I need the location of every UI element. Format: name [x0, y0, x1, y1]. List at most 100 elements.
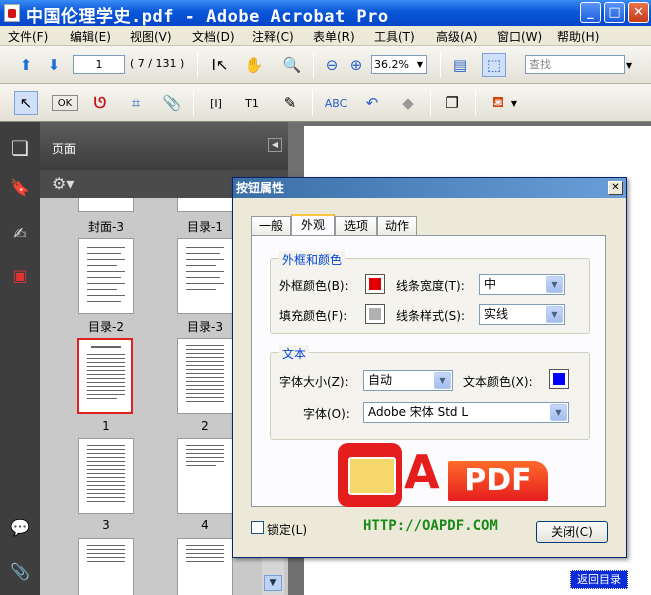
menu-help[interactable]: 帮助(H) [557, 28, 599, 45]
pages-panel-title: 页面 [52, 142, 77, 156]
chevron-down-icon[interactable]: ▼ [264, 575, 282, 591]
text-color-swatch[interactable] [549, 369, 569, 389]
zoom-level-select[interactable]: 36.2% ▼ [371, 55, 427, 74]
hand-tool-icon[interactable]: ✋ [242, 53, 266, 77]
page-count: ( 7 / 131 ) [130, 57, 185, 70]
chevron-down-icon[interactable]: ▼ [626, 61, 632, 70]
border-color-group: 外框和颜色 外框颜色(B): 线条宽度(T): 中 ▼ 填充颜色(F): 线条样式… [270, 251, 590, 334]
signatures-panel-icon[interactable]: ✍ [9, 224, 31, 246]
comments-panel-icon[interactable]: 💬 [9, 518, 31, 540]
edit-form-icon[interactable]: ✎ [278, 91, 302, 115]
menu-view[interactable]: 视图(V) [130, 28, 172, 45]
search-input[interactable]: 查找 [525, 55, 625, 74]
text-group-title: 文本 [279, 345, 310, 362]
page-number-input[interactable]: 1 [73, 55, 125, 74]
bookmarks-panel-icon[interactable]: 🔖 [9, 178, 31, 200]
font-label: 字体(O): [303, 407, 350, 421]
menu-window[interactable]: 窗口(W) [497, 28, 542, 45]
minimize-button[interactable]: _ [580, 2, 601, 23]
lock-checkbox[interactable] [251, 521, 264, 534]
font-size-select[interactable]: 自动 ▼ [363, 370, 453, 391]
text-field-number-icon[interactable]: T1 [240, 91, 264, 115]
pages-icon[interactable]: ❐ [440, 91, 464, 115]
button-tool-icon[interactable]: OK [52, 95, 78, 111]
stamp-tool-icon[interactable]: ⛾ [486, 91, 510, 115]
page-thumbnail[interactable] [177, 338, 233, 414]
page-thumbnail[interactable] [177, 538, 233, 595]
select-object-icon[interactable]: ↖ [14, 91, 38, 115]
page-thumbnail-selected[interactable] [77, 338, 133, 414]
select-text-icon[interactable]: I↖ [208, 53, 232, 77]
watermark-url: HTTP://OAPDF.COM [363, 518, 498, 534]
fill-color-fill [369, 308, 381, 320]
tab-appearance[interactable]: 外观 [291, 214, 335, 237]
line-style-label: 线条样式(S): [396, 309, 466, 323]
undo-icon[interactable]: ↶ [360, 91, 384, 115]
line-width-select[interactable]: 中 ▼ [479, 274, 565, 295]
return-to-toc-button[interactable]: 返回目录 [570, 570, 628, 589]
line-style-select[interactable]: 实线 ▼ [479, 304, 565, 325]
fit-page-icon[interactable]: ▤ [448, 53, 472, 77]
page-thumbnail[interactable] [78, 198, 134, 212]
thumbnail-label: 目录-3 [187, 320, 223, 334]
page-thumbnail[interactable] [78, 238, 134, 314]
menu-file[interactable]: 文件(F) [8, 28, 48, 45]
menu-edit[interactable]: 编辑(E) [70, 28, 111, 45]
text-group: 文本 字体大小(Z): 自动 ▼ 文本颜色(X): 字体(O): Adobe 宋体… [270, 345, 590, 440]
attachments-panel-icon[interactable]: 📎 [9, 562, 31, 584]
zoom-out-icon[interactable]: ⊖ [320, 53, 344, 77]
gear-icon[interactable]: ⚙▾ [52, 174, 74, 193]
text-color-label: 文本颜色(X): [463, 375, 533, 389]
border-color-label: 外框颜色(B): [279, 279, 349, 293]
menu-document[interactable]: 文档(D) [192, 28, 235, 45]
font-size-label: 字体大小(Z): [279, 375, 349, 389]
collapse-panel-icon[interactable]: ◀ [268, 138, 282, 152]
signature-tool-icon[interactable]: ᘎ [88, 91, 112, 115]
border-group-title: 外框和颜色 [279, 251, 346, 268]
next-page-icon[interactable]: ⬇ [42, 53, 66, 77]
pages-panel-header: 页面 ◀ [40, 122, 288, 170]
folder-icon [338, 443, 402, 507]
crop-tool-icon[interactable]: ⌗ [124, 91, 148, 115]
tab-options[interactable]: 选项 [335, 216, 377, 236]
text-field-icon[interactable]: [I] [204, 91, 228, 115]
fill-color-swatch[interactable] [365, 304, 385, 324]
tab-general[interactable]: 一般 [251, 216, 291, 236]
close-dialog-button[interactable]: 关闭(C) [536, 521, 608, 543]
page-thumbnail[interactable] [78, 438, 134, 514]
page-thumbnail[interactable] [177, 238, 233, 314]
zoom-in-icon[interactable]: ⊕ [344, 53, 368, 77]
page-thumbnail[interactable] [78, 538, 134, 595]
menu-comments[interactable]: 注释(C) [252, 28, 294, 45]
border-color-swatch[interactable] [365, 274, 385, 294]
menu-bar: 文件(F) 编辑(E) 视图(V) 文档(D) 注释(C) 表单(R) 工具(T… [0, 26, 651, 46]
fit-width-icon[interactable]: ⬚ [482, 53, 506, 77]
menu-forms[interactable]: 表单(R) [313, 28, 355, 45]
close-button[interactable]: ✕ [628, 2, 649, 23]
dialog-close-button[interactable]: ✕ [608, 181, 623, 195]
spell-check-icon[interactable]: ABC [324, 91, 348, 115]
thumbnail-label: 目录-2 [88, 320, 124, 334]
fill-color-label: 填充颜色(F): [279, 309, 348, 323]
menu-advanced[interactable]: 高级(A) [436, 28, 478, 45]
tab-actions[interactable]: 动作 [377, 216, 417, 236]
acrobat-document-icon [4, 4, 20, 22]
redo-icon[interactable]: ◆ [396, 91, 420, 115]
logo-letter: A [404, 445, 440, 499]
menu-tools[interactable]: 工具(T) [374, 28, 415, 45]
pdf-info-icon[interactable]: ▣ [9, 266, 31, 288]
font-select[interactable]: Adobe 宋体 Std L ▼ [363, 402, 569, 423]
page-thumbnail[interactable] [177, 198, 233, 212]
chevron-down-icon[interactable]: ▼ [508, 91, 520, 115]
thumbnail-label: 3 [102, 518, 110, 532]
page-thumbnail[interactable] [177, 438, 233, 514]
dialog-title: 按钮属性 [236, 181, 285, 195]
attach-tool-icon[interactable]: 📎 [160, 91, 184, 115]
pages-panel-icon[interactable]: ❏ [9, 136, 31, 160]
maximize-button[interactable]: □ [604, 2, 625, 23]
border-color-fill [369, 278, 381, 290]
previous-page-icon[interactable]: ⬆ [14, 53, 38, 77]
thumbnail-label: 2 [201, 419, 209, 433]
zoom-tool-icon[interactable]: 🔍 [280, 53, 304, 77]
toolbar-divider [197, 52, 198, 78]
